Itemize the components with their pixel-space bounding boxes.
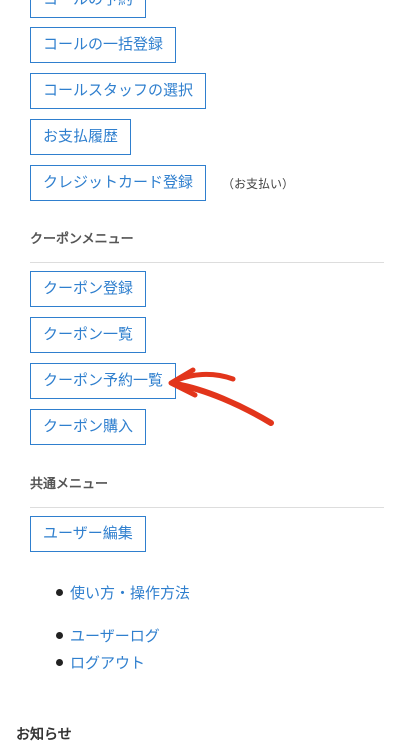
common-menu-divider xyxy=(30,507,384,508)
user-edit-button[interactable]: ユーザー編集 xyxy=(30,516,146,552)
coupon-list-button[interactable]: クーポン一覧 xyxy=(30,317,147,353)
howto-link[interactable]: 使い方・操作方法 xyxy=(70,582,190,603)
red-arrow-icon xyxy=(168,367,274,426)
coupon-purchase-button[interactable]: クーポン購入 xyxy=(30,409,147,445)
logout-link[interactable]: ログアウト xyxy=(70,652,145,673)
coupon-menu-divider xyxy=(30,262,384,263)
bullet-icon xyxy=(56,632,63,639)
coupon-menu-title: クーポンメニュー xyxy=(30,232,134,247)
credit-card-register-button[interactable]: クレジットカード登録 xyxy=(30,165,207,201)
credit-card-note: （お支払い） xyxy=(222,177,295,191)
common-menu-title: 共通メニュー xyxy=(30,477,109,492)
payment-history-button[interactable]: お支払履歴 xyxy=(30,119,132,155)
coupon-reserve-list-button[interactable]: クーポン予約一覧 xyxy=(30,363,177,399)
bulk-call-register-button[interactable]: コールの一括登録 xyxy=(30,27,177,63)
user-log-link[interactable]: ユーザーログ xyxy=(70,625,160,646)
news-title: お知らせ xyxy=(16,727,72,743)
bullet-icon xyxy=(56,659,63,666)
bullet-icon xyxy=(56,589,63,596)
call-reserve-button[interactable]: コールの予約 xyxy=(30,0,147,18)
coupon-register-button[interactable]: クーポン登録 xyxy=(30,271,147,307)
call-staff-select-button[interactable]: コールスタッフの選択 xyxy=(30,73,207,109)
